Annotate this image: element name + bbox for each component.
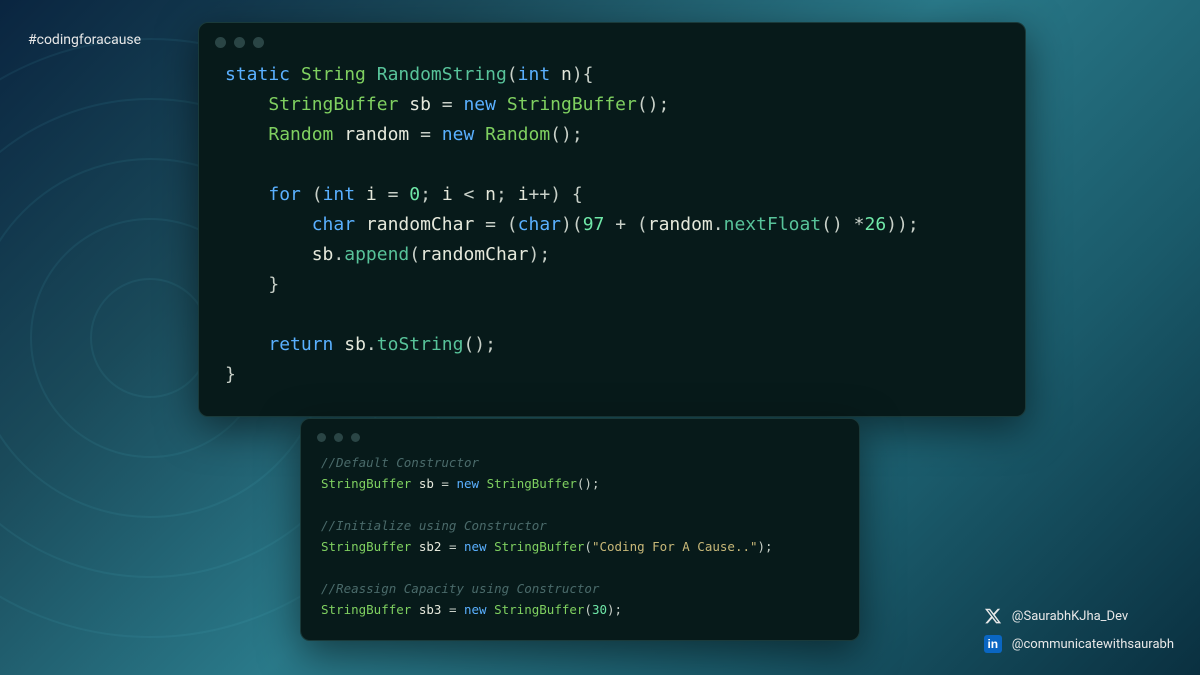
punct: (); [637,94,670,115]
num-26: 26 [865,214,887,235]
num-30: 30 [592,602,607,617]
kw-int: int [518,64,551,85]
punct: } [225,274,279,295]
punct: ){ [572,64,594,85]
linkedin-icon: in [984,635,1002,653]
traffic-light-icon [215,37,226,48]
socials: @SaurabhKJha_Dev in @communicatewithsaur… [984,607,1174,653]
var-n: n [561,64,572,85]
num-97: 97 [583,214,605,235]
type-random: Random [268,124,333,145]
code-window-main: static String RandomString(int n){ Strin… [198,22,1026,417]
kw-static: static [225,64,290,85]
kw-new: new [456,476,479,491]
var-i: i [366,184,377,205]
social-linkedin[interactable]: in @communicatewithsaurabh [984,635,1174,653]
var-sb2: sb2 [419,539,442,554]
kw-for: for [268,184,301,205]
window-titlebar [301,419,859,448]
traffic-light-icon [317,433,326,442]
var-sb3: sb3 [419,602,442,617]
social-twitter[interactable]: @SaurabhKJha_Dev [984,607,1174,625]
var-random: random [344,124,409,145]
punct: } [225,364,236,385]
punct: (); [463,334,496,355]
var-randomchar: randomChar [366,214,474,235]
punct: ); [528,244,550,265]
twitter-handle: @SaurabhKJha_Dev [1012,609,1128,624]
kw-return: return [268,334,333,355]
hashtag-label: #codingforacause [28,32,141,48]
string-literal: "Coding For A Cause.." [592,539,758,554]
type-string: String [301,64,366,85]
comment: //Reassign Capacity using Constructor [321,581,599,596]
type-stringbuffer: StringBuffer [321,476,411,491]
var-sb: sb [419,476,434,491]
code-body-secondary: //Default Constructor StringBuffer sb = … [301,448,859,640]
fn-randomstring: RandomString [377,64,507,85]
punct: ); [758,539,773,554]
punct: (); [577,476,600,491]
traffic-light-icon [334,433,343,442]
kw-new: new [463,94,496,115]
punct: ( [507,64,518,85]
window-titlebar [199,23,1025,54]
type-stringbuffer: StringBuffer [268,94,398,115]
code-window-secondary: //Default Constructor StringBuffer sb = … [300,418,860,641]
traffic-light-icon [234,37,245,48]
punct: )); [886,214,919,235]
kw-new: new [442,124,475,145]
punct: (); [550,124,583,145]
var-sb: sb [409,94,431,115]
kw-char: char [312,214,355,235]
fn-append: append [344,244,409,265]
comment: //Initialize using Constructor [321,518,547,533]
punct: ++) { [529,184,583,205]
fn-tostring: toString [377,334,464,355]
punct: ); [607,602,622,617]
traffic-light-icon [253,37,264,48]
x-icon [984,607,1002,625]
linkedin-handle: @communicatewithsaurabh [1012,637,1174,652]
type-stringbuffer: StringBuffer [507,94,637,115]
fn-nextfloat: nextFloat [724,214,822,235]
code-body-main: static String RandomString(int n){ Strin… [199,54,1025,416]
type-random: Random [485,124,550,145]
traffic-light-icon [351,433,360,442]
comment: //Default Constructor [321,455,479,470]
num-0: 0 [409,184,420,205]
kw-int: int [323,184,356,205]
